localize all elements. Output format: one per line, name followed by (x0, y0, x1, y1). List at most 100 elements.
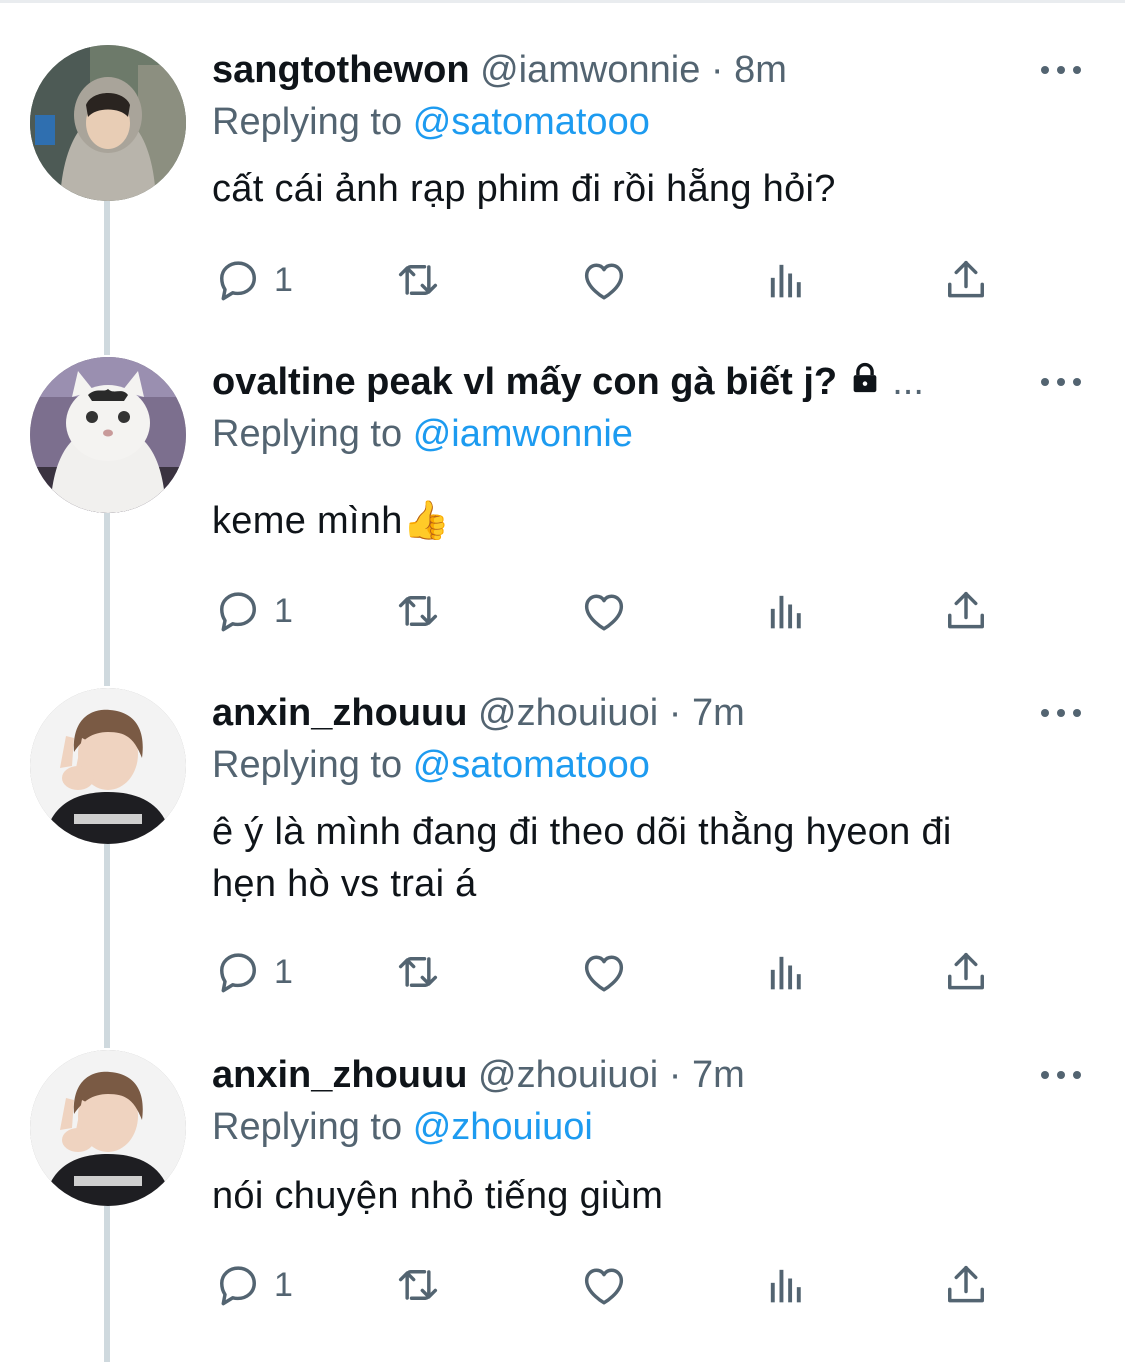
action-bar: 1 (212, 944, 1012, 1000)
avatar[interactable] (30, 688, 186, 844)
share-button[interactable] (940, 1257, 992, 1313)
avatar[interactable] (30, 357, 186, 513)
replying-label: Replying to (212, 744, 403, 786)
share-button[interactable] (940, 252, 992, 308)
analytics-button[interactable] (760, 252, 812, 308)
tweet-header: ovaltine peak vl mấy con gà biết j? ... (212, 357, 1045, 407)
top-divider (0, 0, 1125, 3)
more-options-icon[interactable] (1041, 1060, 1081, 1090)
retweet-button[interactable] (392, 252, 444, 308)
separator: · (668, 1054, 682, 1096)
separator: · (710, 49, 724, 91)
avatar-person-peace-sign-icon (30, 688, 186, 844)
display-name[interactable]: anxin_zhouuu (212, 692, 467, 734)
retweet-icon (392, 254, 444, 306)
separator: · (668, 692, 682, 734)
share-button[interactable] (940, 944, 992, 1000)
analytics-button[interactable] (760, 1257, 812, 1313)
retweet-button[interactable] (392, 583, 444, 639)
reply-count: 1 (274, 591, 293, 630)
replying-to: Replying to @iamwonnie (212, 409, 633, 459)
mention-link[interactable]: @iamwonnie (413, 413, 633, 455)
name-truncation: ... (892, 361, 924, 403)
avatar[interactable] (30, 45, 186, 201)
tweet-header: sangtothewon @iamwonnie · 8m (212, 45, 1045, 95)
avatar[interactable] (30, 1050, 186, 1206)
share-icon (940, 254, 992, 306)
username[interactable]: @iamwonnie (480, 49, 700, 91)
timestamp[interactable]: 7m (692, 1054, 745, 1096)
username[interactable]: @zhouiuoi (478, 692, 658, 734)
timestamp[interactable]: 8m (734, 49, 787, 91)
reply-icon (212, 1259, 264, 1311)
replying-label: Replying to (212, 413, 403, 455)
like-icon (578, 585, 630, 637)
more-options-icon[interactable] (1041, 367, 1081, 397)
retweet-icon (392, 1259, 444, 1311)
analytics-button[interactable] (760, 944, 812, 1000)
more-options-icon[interactable] (1041, 698, 1081, 728)
retweet-icon (392, 946, 444, 998)
share-icon (940, 1259, 992, 1311)
tweet-header: anxin_zhouuu @zhouiuoi · 7m (212, 1050, 1045, 1100)
like-button[interactable] (578, 252, 630, 308)
action-bar: 1 (212, 583, 1012, 639)
reply-button[interactable]: 1 (212, 944, 293, 1000)
tweet-text: cất cái ảnh rạp phim đi rồi hẵng hỏi? (212, 168, 836, 210)
tweet-text-line: hẹn hò vs trai á (212, 863, 477, 905)
like-button[interactable] (578, 583, 630, 639)
more-options-icon[interactable] (1041, 55, 1081, 85)
display-name[interactable]: ovaltine peak vl mấy con gà biết j? (212, 361, 837, 403)
reply-count: 1 (274, 1265, 293, 1304)
tweet-text: nói chuyện nhỏ tiếng giùm (212, 1175, 664, 1217)
reply-button[interactable]: 1 (212, 252, 293, 308)
tweet-text: keme mình👍 (212, 500, 451, 542)
share-icon (940, 585, 992, 637)
tweet[interactable]: sangtothewon @iamwonnie · 8m Replying to… (0, 45, 1125, 335)
like-icon (578, 1259, 630, 1311)
mention-link[interactable]: @satomatooo (413, 744, 650, 786)
tweet[interactable]: anxin_zhouuu @zhouiuoi · 7m Replying to … (0, 688, 1125, 1028)
reply-icon (212, 585, 264, 637)
display-name[interactable]: anxin_zhouuu (212, 1054, 467, 1096)
replying-label: Replying to (212, 1106, 403, 1148)
avatar-hooded-person-icon (30, 45, 186, 201)
analytics-button[interactable] (760, 583, 812, 639)
reply-button[interactable]: 1 (212, 583, 293, 639)
replying-label: Replying to (212, 101, 403, 143)
mention-link[interactable]: @zhouiuoi (413, 1106, 593, 1148)
retweet-button[interactable] (392, 944, 444, 1000)
username[interactable]: @zhouiuoi (478, 1054, 658, 1096)
mention-link[interactable]: @satomatooo (413, 101, 650, 143)
avatar-person-peace-sign-icon (30, 1050, 186, 1206)
reply-icon (212, 254, 264, 306)
reply-count: 1 (274, 260, 293, 299)
like-button[interactable] (578, 1257, 630, 1313)
analytics-icon (760, 254, 812, 306)
tweet[interactable]: ovaltine peak vl mấy con gà biết j? ... … (0, 357, 1125, 657)
like-button[interactable] (578, 944, 630, 1000)
reply-icon (212, 946, 264, 998)
tweet-text-line: ê ý là mình đang đi theo dõi thằng hyeon… (212, 811, 952, 853)
analytics-icon (760, 1259, 812, 1311)
replying-to: Replying to @satomatooo (212, 740, 650, 790)
timestamp[interactable]: 7m (692, 692, 745, 734)
like-icon (578, 254, 630, 306)
tweet[interactable]: anxin_zhouuu @zhouiuoi · 7m Replying to … (0, 1050, 1125, 1340)
avatar-white-cat-icon (30, 357, 186, 513)
tweet-text: ê ý là mình đang đi theo dõi thằng hyeon… (212, 806, 1092, 910)
lock-icon (853, 362, 876, 393)
replying-to: Replying to @satomatooo (212, 97, 650, 147)
tweet-header: anxin_zhouuu @zhouiuoi · 7m (212, 688, 1045, 738)
share-button[interactable] (940, 583, 992, 639)
analytics-icon (760, 946, 812, 998)
like-icon (578, 946, 630, 998)
share-icon (940, 946, 992, 998)
retweet-button[interactable] (392, 1257, 444, 1313)
reply-button[interactable]: 1 (212, 1257, 293, 1313)
action-bar: 1 (212, 252, 1012, 308)
action-bar: 1 (212, 1257, 1012, 1313)
display-name[interactable]: sangtothewon (212, 49, 470, 91)
replying-to: Replying to @zhouiuoi (212, 1102, 593, 1152)
analytics-icon (760, 585, 812, 637)
